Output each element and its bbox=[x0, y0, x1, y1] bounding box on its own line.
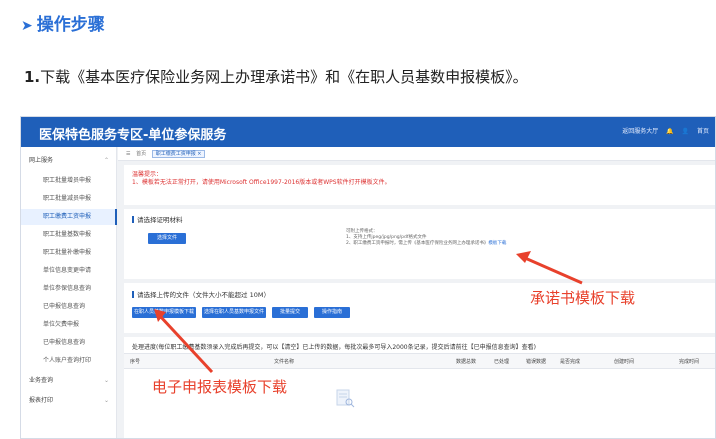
progress-notice: 处理进度(每位职工缴费基数须录入完成后再提交，可以【清空】已上传的数据，每批次最… bbox=[132, 344, 536, 351]
home-link[interactable]: 首页 bbox=[697, 128, 709, 135]
sidebar-item[interactable]: 已申报信息查询 bbox=[21, 299, 117, 315]
app-title: 医保特色服务专区-单位参保服务 bbox=[39, 128, 227, 143]
sidebar-item[interactable]: 职工批量增员申报 bbox=[21, 173, 117, 189]
app-header: 医保特色服务专区-单位参保服务 返回服务大厅 🔔 👤 首页 bbox=[21, 117, 715, 147]
app-screenshot: 医保特色服务专区-单位参保服务 返回服务大厅 🔔 👤 首页 网上服务 ⌃ 职工批量… bbox=[20, 116, 716, 439]
sidebar-item[interactable]: 单位参保信息查询 bbox=[21, 281, 117, 297]
upload-notes: 可附上传格式： 1、支持上传jpeg/jpg/png/pdf格式文件 2、职工缴… bbox=[346, 229, 506, 247]
sidebar: 网上服务 ⌃ 职工批量增员申报 职工批量减员申报 职工缴费工资申报 职工批量基数申… bbox=[21, 147, 117, 438]
bell-icon[interactable]: 🔔 bbox=[666, 128, 673, 135]
breadcrumb-home[interactable]: 首页 bbox=[136, 151, 146, 157]
col-header: 序号 bbox=[130, 359, 141, 365]
header-actions: 返回服务大厅 🔔 👤 首页 bbox=[616, 126, 709, 135]
sidebar-item[interactable]: 个人账户查询打印 bbox=[21, 353, 117, 369]
tips-text: 1、模板若无法正常打开，请使用Microsoft Office1997-2016… bbox=[132, 179, 391, 186]
step-number: 1. bbox=[24, 68, 41, 86]
upload-note: 2、职工缴费工资申报时，需上传《基本医疗保险业务网上办理承诺书》模板下载 bbox=[346, 241, 507, 246]
col-header: 是否完成 bbox=[560, 359, 581, 365]
chevron-up-icon: ⌃ bbox=[103, 157, 109, 164]
section-heading-title: 操作步骤 bbox=[36, 15, 105, 35]
sidebar-group-print[interactable]: 报表打印 ⌄ bbox=[21, 393, 117, 409]
menu-icon[interactable]: ☰ bbox=[126, 151, 130, 157]
user-icon[interactable]: 👤 bbox=[682, 128, 689, 135]
sidebar-group-query[interactable]: 业务查询 ⌄ bbox=[21, 373, 117, 389]
guide-button[interactable]: 操作指南 bbox=[314, 307, 350, 318]
sidebar-item-active[interactable]: 职工缴费工资申报 bbox=[21, 209, 117, 225]
commitment-annotation: 承诺书模板下载 bbox=[530, 289, 636, 307]
sidebar-item[interactable]: 职工批量减员申报 bbox=[21, 191, 117, 207]
step-text: 下载《基本医疗保险业务网上办理承诺书》和《在职人员基数申报模板》。 bbox=[40, 68, 528, 86]
template-download-button[interactable]: 在职人员基数申报模板下载 bbox=[132, 307, 196, 318]
breadcrumb: ☰ 首页 职工缴费工资申报 × bbox=[118, 147, 715, 161]
sidebar-item[interactable]: 单位欠费申报 bbox=[21, 317, 117, 333]
return-hall-link[interactable]: 返回服务大厅 bbox=[622, 128, 658, 135]
col-header: 完成时间 bbox=[679, 359, 700, 365]
declaration-annotation: 电子申报表模板下载 bbox=[152, 378, 288, 396]
sidebar-item[interactable]: 职工批量基数申报 bbox=[21, 227, 117, 243]
sidebar-item[interactable]: 已申报信息查询 bbox=[21, 335, 117, 351]
choose-declaration-file-button[interactable]: 选择在职人员基数申报文件 bbox=[202, 307, 266, 318]
col-header: 错误数据 bbox=[526, 359, 547, 365]
col-header: 创建时间 bbox=[614, 359, 635, 365]
tab-current[interactable]: 职工缴费工资申报 × bbox=[151, 150, 206, 158]
section-heading: ➤ 操作步骤 bbox=[21, 10, 105, 35]
upload-title: 请选择上传的文件（文件大小不能超过 10M） bbox=[132, 289, 270, 299]
table-header: 序号 文件名称 数据总数 已处理 错误数据 是否完成 创建时间 完成时间 bbox=[124, 353, 715, 369]
sidebar-group-online[interactable]: 网上服务 ⌃ bbox=[21, 153, 117, 169]
material-title: 请选择证明材料 bbox=[132, 214, 183, 224]
col-header: 已处理 bbox=[494, 359, 510, 365]
arrow-icon: ➤ bbox=[21, 18, 33, 34]
col-header: 文件名称 bbox=[274, 359, 295, 365]
tips-panel: 温馨提示： 1、模板若无法正常打开，请使用Microsoft Office199… bbox=[124, 165, 715, 205]
choose-file-button[interactable]: 选择文件 bbox=[148, 233, 186, 244]
material-panel: 请选择证明材料 选择文件 可附上传格式： 1、支持上传jpeg/jpg/png/… bbox=[124, 209, 715, 279]
chevron-down-icon: ⌄ bbox=[103, 397, 109, 404]
batch-submit-button[interactable]: 批量提交 bbox=[272, 307, 308, 318]
step-instruction: 1.下载《基本医疗保险业务网上办理承诺书》和《在职人员基数申报模板》。 bbox=[24, 66, 528, 87]
chevron-down-icon: ⌄ bbox=[103, 377, 109, 384]
sidebar-item[interactable]: 单位信息变更申请 bbox=[21, 263, 117, 279]
commitment-template-link[interactable]: 模板下载 bbox=[488, 241, 506, 246]
sidebar-item[interactable]: 职工批量补缴申报 bbox=[21, 245, 117, 261]
empty-data-icon bbox=[336, 389, 355, 408]
col-header: 数据总数 bbox=[456, 359, 477, 365]
